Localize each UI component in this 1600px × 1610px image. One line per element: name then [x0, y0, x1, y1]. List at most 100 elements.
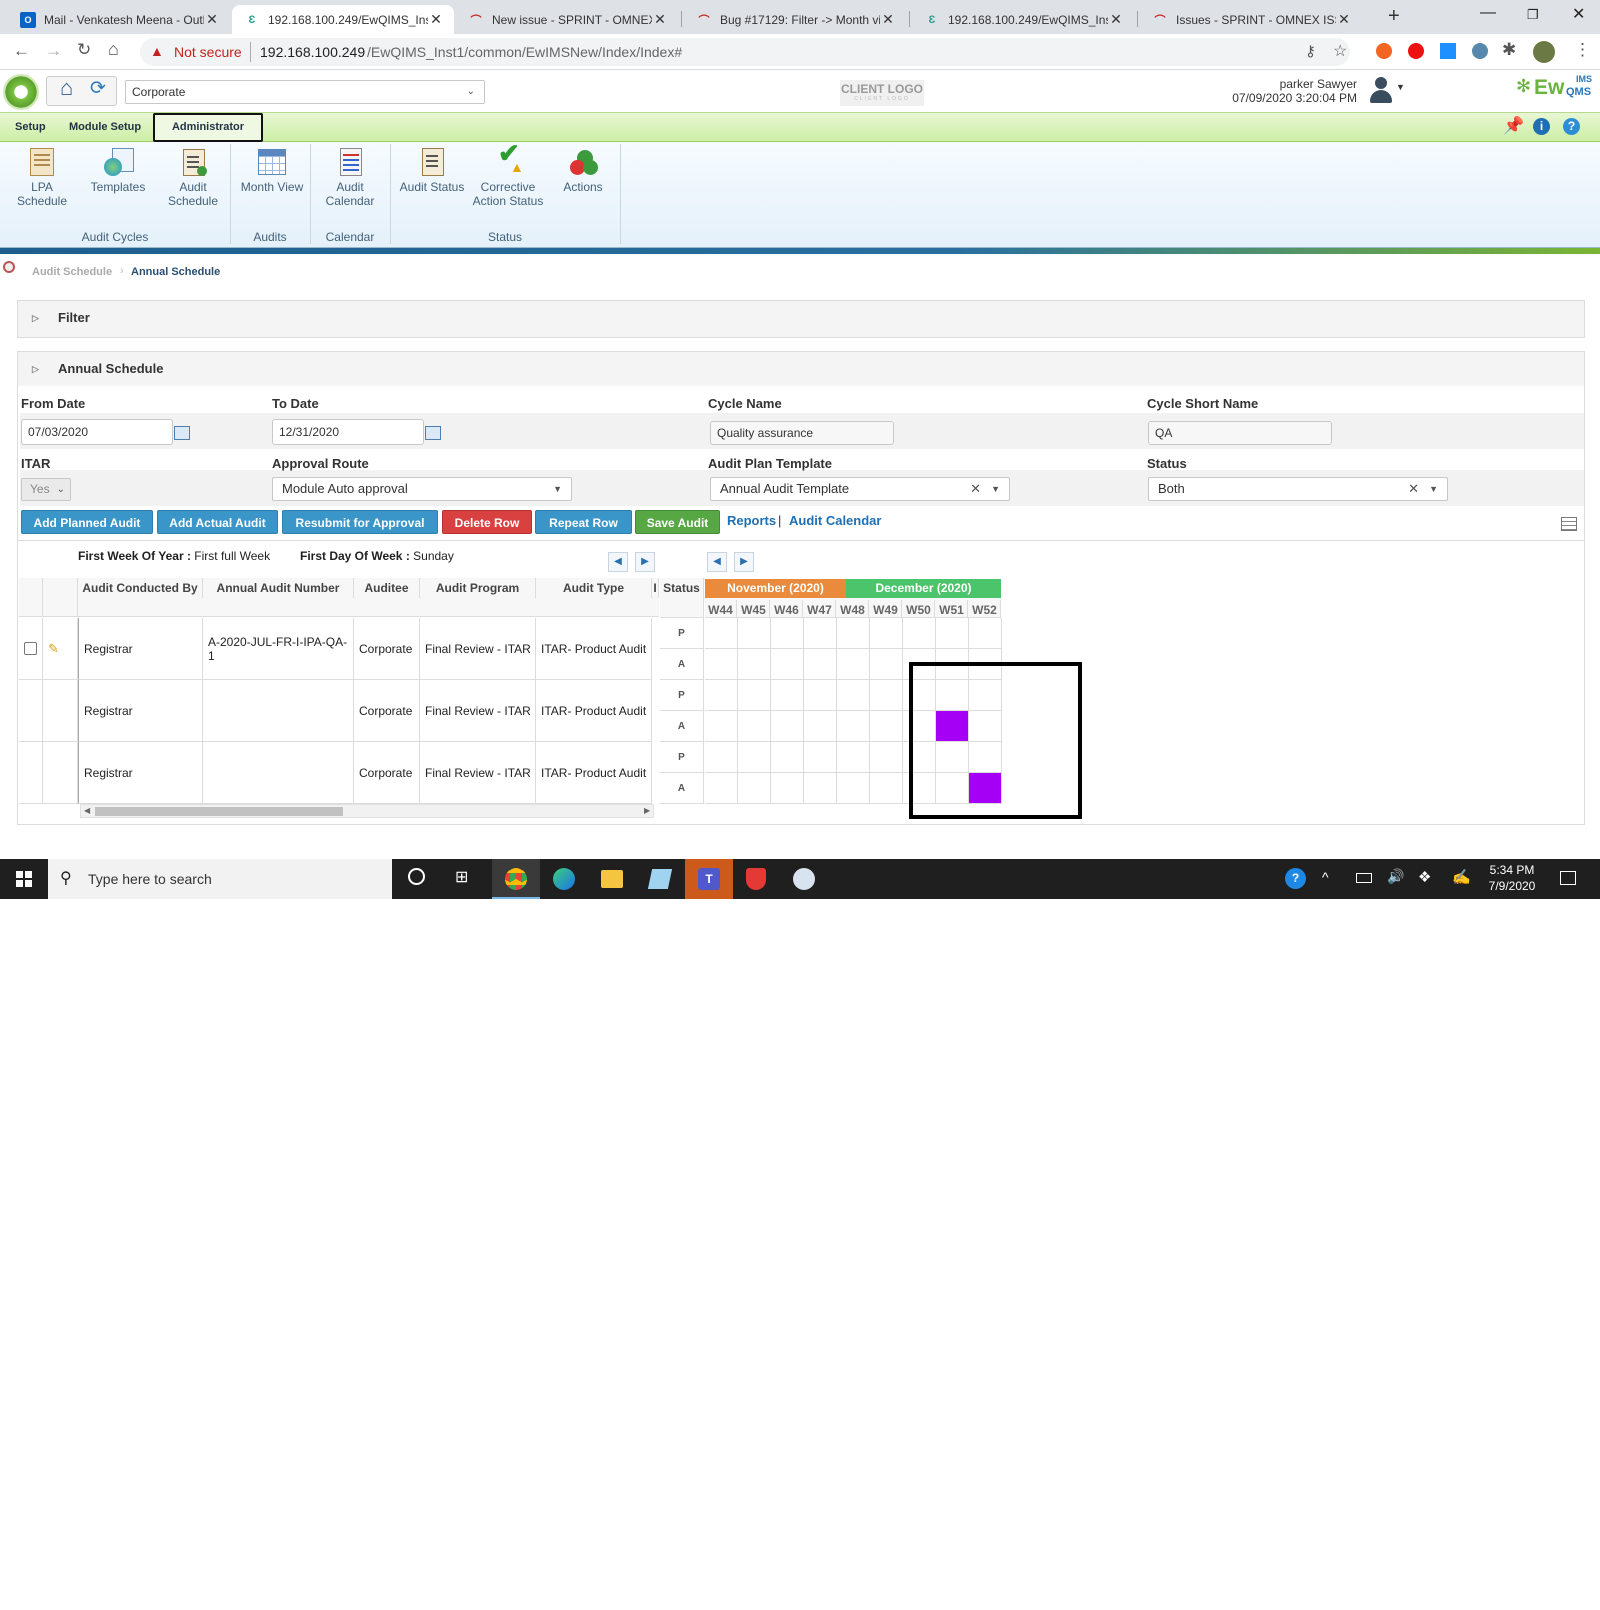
to-date-input[interactable]: 12/31/2020 [272, 419, 424, 445]
calendar-cell[interactable] [771, 649, 804, 680]
col-annual-audit-number[interactable]: Annual Audit Number [203, 578, 354, 598]
col-audit-type[interactable]: Audit Type [536, 578, 652, 598]
volume-icon[interactable]: 🔊 [1387, 868, 1404, 885]
browser-tab[interactable]: ⌒ Bug #17129: Filter -> Month vi ✕ [684, 5, 906, 34]
cortana-icon[interactable] [408, 868, 425, 885]
calendar-cell[interactable] [870, 618, 903, 649]
app-icon[interactable] [647, 869, 673, 889]
tab-setup[interactable]: Setup [4, 115, 57, 142]
repeat-row-button[interactable]: Repeat Row [535, 510, 632, 534]
close-tab-icon[interactable]: ✕ [1108, 11, 1124, 28]
calendar-cell[interactable] [738, 742, 771, 773]
calendar-cell[interactable] [705, 711, 738, 742]
calendar-cell[interactable] [870, 742, 903, 773]
teams-icon[interactable]: T [698, 868, 720, 890]
extension-icon[interactable] [1472, 43, 1488, 59]
grid-scroll-left-icon[interactable]: ◀ [608, 552, 628, 572]
edit-icon[interactable]: ✎ [48, 641, 59, 657]
clear-icon[interactable]: ✕ [970, 478, 981, 500]
breadcrumb-home-icon[interactable] [3, 261, 15, 273]
info-icon[interactable]: i [1533, 118, 1550, 135]
reports-link[interactable]: Reports [727, 513, 776, 528]
back-icon[interactable]: ← [13, 41, 30, 61]
refresh-icon[interactable]: ⟳ [90, 77, 106, 100]
close-tab-icon[interactable]: ✕ [880, 11, 896, 28]
close-tab-icon[interactable]: ✕ [428, 11, 444, 28]
col-auditee[interactable]: Auditee [354, 578, 420, 598]
column-chooser-icon[interactable] [1561, 517, 1577, 531]
save-audit-button[interactable]: Save Audit [635, 510, 720, 534]
add-actual-audit-button[interactable]: Add Actual Audit [157, 510, 278, 534]
opera-icon[interactable] [1408, 43, 1424, 59]
calendar-cell[interactable] [870, 649, 903, 680]
cycle-short-name-input[interactable]: QA [1148, 421, 1332, 445]
minimize-icon[interactable]: — [1480, 4, 1496, 22]
star-icon[interactable]: ☆ [1333, 41, 1347, 61]
task-view-icon[interactable]: ⊞ [455, 867, 468, 887]
browser-tab[interactable]: Ɛ 192.168.100.249/EwQIMS_Inst1 ✕ [912, 5, 1134, 34]
col-audit-conducted-by[interactable]: Audit Conducted By [78, 578, 203, 598]
audit-status-button[interactable]: Audit Status [396, 146, 468, 194]
resubmit-for-approval-button[interactable]: Resubmit for Approval [282, 510, 438, 534]
help-tray-icon[interactable]: ? [1285, 868, 1306, 889]
calendar-cell[interactable] [771, 680, 804, 711]
file-explorer-icon[interactable] [601, 870, 623, 888]
extension-icon[interactable] [1376, 43, 1392, 59]
calendar-cell[interactable] [837, 680, 870, 711]
windows-start-icon[interactable] [16, 871, 32, 887]
battery-icon[interactable] [1356, 873, 1372, 883]
audit-calendar-button[interactable]: Audit Calendar [318, 146, 382, 208]
calendar-cell[interactable] [837, 742, 870, 773]
clear-icon[interactable]: ✕ [1408, 478, 1419, 500]
new-tab-icon[interactable]: + [1388, 5, 1400, 28]
calendar-prev-icon[interactable]: ◀ [707, 552, 727, 572]
site-select[interactable]: Corporate ⌄ [125, 80, 485, 104]
calendar-cell[interactable] [804, 711, 837, 742]
home-icon[interactable]: ⌂ [60, 75, 73, 101]
calendar-icon[interactable] [174, 426, 190, 440]
row-checkbox[interactable] [24, 642, 37, 655]
approval-route-select[interactable]: Module Auto approval ▼ [272, 477, 572, 501]
calendar-icon[interactable] [425, 426, 441, 440]
lpa-schedule-button[interactable]: LPA Schedule [14, 146, 70, 208]
itar-select[interactable]: Yes ⌄ [21, 478, 71, 501]
calendar-next-icon[interactable]: ▶ [734, 552, 754, 572]
status-select[interactable]: Both ✕ ▼ [1148, 477, 1448, 501]
horizontal-scrollbar[interactable]: ◀ ▶ [80, 804, 654, 818]
calendar-cell[interactable] [771, 618, 804, 649]
close-tab-icon[interactable]: ✕ [204, 11, 220, 28]
calendar-cell[interactable] [705, 618, 738, 649]
calendar-cell[interactable] [837, 773, 870, 804]
col-truncated[interactable]: I [652, 578, 659, 598]
from-date-input[interactable]: 07/03/2020 [21, 419, 173, 445]
close-tab-icon[interactable]: ✕ [652, 11, 668, 28]
scrollbar-thumb[interactable] [95, 807, 343, 816]
calendar-cell[interactable] [705, 773, 738, 804]
calendar-cell[interactable] [936, 618, 969, 649]
calendar-cell[interactable] [705, 649, 738, 680]
grid-scroll-right-icon[interactable]: ▶ [635, 552, 655, 572]
calendar-cell[interactable] [738, 711, 771, 742]
calendar-cell[interactable] [804, 680, 837, 711]
tray-chevron-up-icon[interactable]: ^ [1322, 869, 1329, 885]
browser-tab[interactable]: ⌒ Issues - SPRINT - OMNEX ISSU ✕ [1140, 5, 1362, 34]
calendar-cell[interactable] [870, 773, 903, 804]
tab-administrator[interactable]: Administrator [153, 113, 263, 142]
calendar-cell[interactable] [771, 773, 804, 804]
help-icon[interactable]: ? [1563, 118, 1580, 135]
calendar-cell[interactable] [771, 711, 804, 742]
window-close-icon[interactable]: ✕ [1572, 4, 1585, 24]
home-icon[interactable]: ⌂ [108, 39, 119, 60]
delete-row-button[interactable]: Delete Row [442, 510, 532, 534]
puzzle-icon[interactable]: ✱ [1502, 40, 1516, 60]
pin-icon[interactable]: 📌 [1503, 116, 1524, 136]
app-logo-icon[interactable] [3, 74, 39, 110]
calendar-cell[interactable] [870, 680, 903, 711]
calendar-cell[interactable] [870, 711, 903, 742]
menu-kebab-icon[interactable]: ⋮ [1574, 40, 1591, 60]
caret-down-icon[interactable]: ▼ [1396, 82, 1405, 92]
calendar-cell[interactable] [837, 618, 870, 649]
templates-button[interactable]: Templates [86, 146, 150, 194]
month-view-button[interactable]: Month View [237, 146, 307, 194]
calendar-cell[interactable] [804, 649, 837, 680]
